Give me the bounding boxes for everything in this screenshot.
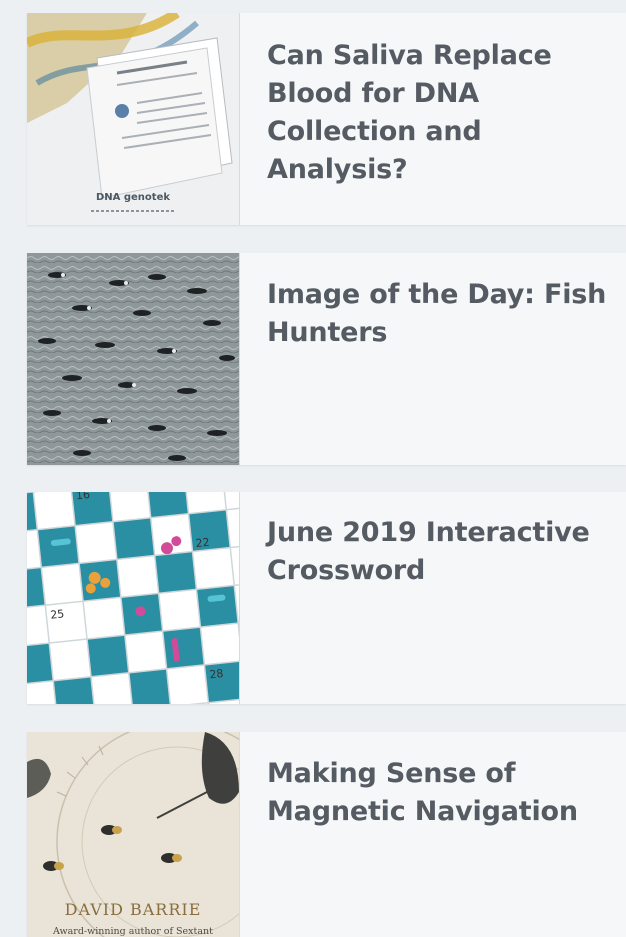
- book-cover-image: DAVID BARRIE Award-winning author of Sex…: [27, 732, 239, 937]
- article-thumbnail[interactable]: 16 22 25 28: [27, 492, 240, 704]
- crossword-grid-image: 16 22 25 28: [27, 492, 239, 704]
- article-title[interactable]: June 2019 Interactive Crossword: [240, 492, 617, 704]
- article-title[interactable]: Image of the Day: Fish Hunters: [240, 253, 617, 465]
- article-title[interactable]: Can Saliva Replace Blood for DNA Collect…: [240, 13, 617, 225]
- article-thumbnail[interactable]: DAVID BARRIE Award-winning author of Sex…: [27, 732, 240, 937]
- article-card-magnetic-navigation[interactable]: DAVID BARRIE Award-winning author of Sex…: [27, 732, 626, 937]
- dna-genotek-report-image: DNA genotek: [27, 13, 239, 225]
- crossword-number: 28: [209, 667, 224, 681]
- article-thumbnail[interactable]: DNA genotek: [27, 13, 240, 225]
- article-card-crossword[interactable]: 16 22 25 28 June 2019 Interactive Crossw…: [27, 492, 626, 704]
- crossword-number: 16: [75, 492, 90, 502]
- penguins-swimming-image: [27, 253, 239, 465]
- article-title[interactable]: Making Sense of Magnetic Navigation: [240, 732, 617, 937]
- crossword-number: 25: [50, 607, 65, 621]
- related-articles-list: DNA genotek Can Saliva Replace Blood for…: [0, 0, 626, 937]
- article-card-fish-hunters[interactable]: Image of the Day: Fish Hunters: [27, 253, 626, 465]
- book-tagline-text: Award-winning author of Sextant: [52, 926, 213, 937]
- book-author-text: DAVID BARRIE: [65, 900, 202, 919]
- crossword-number: 22: [195, 536, 210, 550]
- article-card-saliva-dna[interactable]: DNA genotek Can Saliva Replace Blood for…: [27, 13, 626, 225]
- brand-logo-text: DNA genotek: [96, 192, 170, 203]
- article-thumbnail[interactable]: [27, 253, 240, 465]
